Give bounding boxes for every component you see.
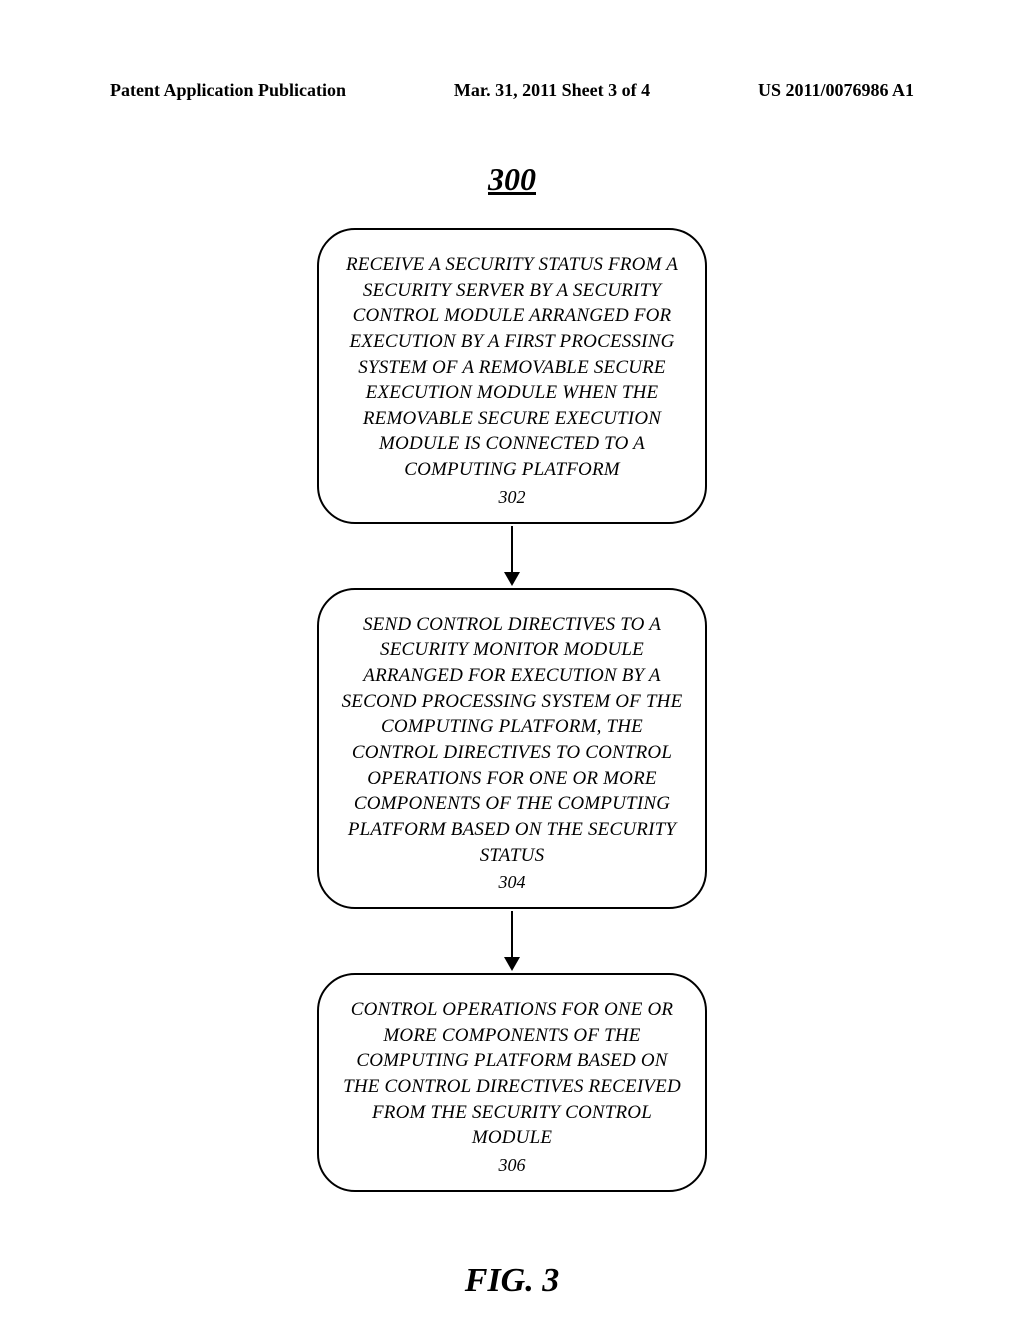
header-center: Mar. 31, 2011 Sheet 3 of 4 bbox=[454, 80, 650, 101]
header-right: US 2011/0076986 A1 bbox=[758, 80, 914, 101]
page-header: Patent Application Publication Mar. 31, … bbox=[110, 80, 914, 101]
page: Patent Application Publication Mar. 31, … bbox=[0, 0, 1024, 1320]
flow-step-306: CONTROL OPERATIONS FOR ONE OR MORE COMPO… bbox=[317, 973, 707, 1192]
arrow-line bbox=[511, 911, 514, 957]
flow-step-num: 302 bbox=[337, 487, 687, 508]
flow-arrow bbox=[504, 911, 520, 971]
flow-step-num: 304 bbox=[337, 872, 687, 893]
flow-step-text: RECEIVE A SECURITY STATUS FROM A SECURIT… bbox=[337, 252, 687, 483]
arrow-head-icon bbox=[504, 572, 520, 586]
arrow-line bbox=[511, 526, 514, 572]
flow-step-304: SEND CONTROL DIRECTIVES TO A SECURITY MO… bbox=[317, 588, 707, 909]
header-left: Patent Application Publication bbox=[110, 80, 346, 101]
flow-step-302: RECEIVE A SECURITY STATUS FROM A SECURIT… bbox=[317, 228, 707, 524]
figure-label: FIG. 3 bbox=[110, 1262, 914, 1300]
flow-step-num: 306 bbox=[337, 1155, 687, 1176]
flow-step-text: SEND CONTROL DIRECTIVES TO A SECURITY MO… bbox=[337, 612, 687, 868]
flowchart: RECEIVE A SECURITY STATUS FROM A SECURIT… bbox=[110, 228, 914, 1192]
arrow-head-icon bbox=[504, 957, 520, 971]
flow-arrow bbox=[504, 526, 520, 586]
figure-number: 300 bbox=[110, 161, 914, 198]
flow-step-text: CONTROL OPERATIONS FOR ONE OR MORE COMPO… bbox=[337, 997, 687, 1151]
